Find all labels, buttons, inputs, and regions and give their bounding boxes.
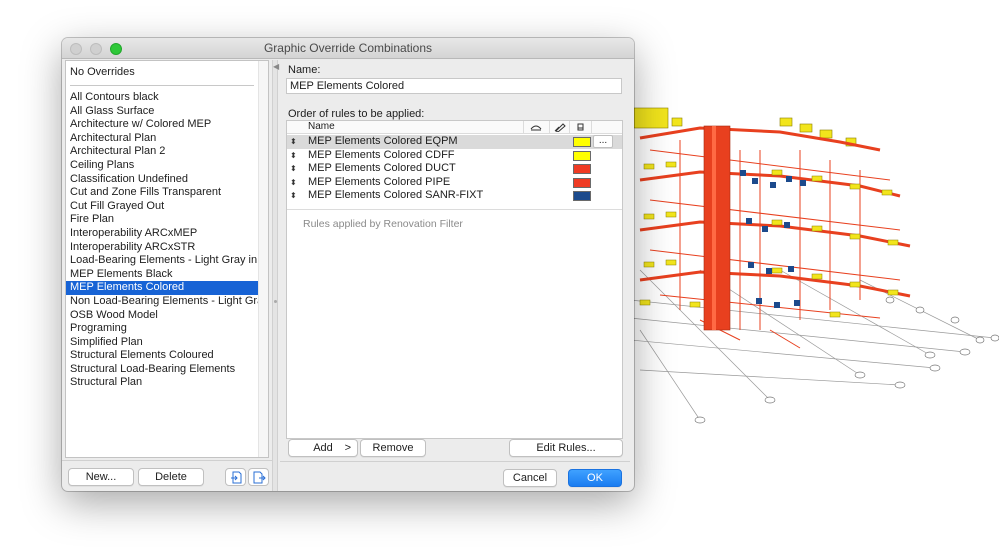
combinations-list-panel: No Overrides All Contours black All Glass… (65, 60, 269, 458)
combinations-list: All Contours black All Glass Surface Archi… (66, 91, 259, 390)
rule-name: MEP Elements Colored CDFF (308, 148, 455, 161)
minimize-window-icon[interactable] (90, 43, 102, 55)
renovation-filter-text: Rules applied by Renovation Filter (303, 218, 463, 230)
combination-item[interactable]: Non Load-Bearing Elements - Light Gray i… (66, 295, 259, 309)
color-swatch[interactable] (573, 137, 591, 147)
combination-item[interactable]: MEP Elements Colored (66, 281, 259, 295)
column-header-pen[interactable] (549, 121, 569, 133)
import-icon (231, 471, 242, 484)
cancel-button[interactable]: Cancel (503, 469, 557, 487)
combination-item[interactable]: Load-Bearing Elements - Light Gray in Pl… (66, 254, 259, 268)
rule-name: MEP Elements Colored EQPM (308, 135, 458, 147)
combination-item[interactable]: OSB Wood Model (66, 309, 259, 323)
window-title: Graphic Override Combinations (263, 41, 433, 55)
combination-item[interactable]: Ceiling Plans (66, 159, 259, 173)
no-overrides-item[interactable]: No Overrides (66, 61, 258, 85)
rule-name: MEP Elements Colored DUCT (308, 162, 456, 174)
combination-item[interactable]: Simplified Plan (66, 336, 259, 350)
close-window-icon[interactable] (70, 43, 82, 55)
combination-item[interactable]: All Contours black (66, 91, 259, 105)
maximize-window-icon[interactable] (110, 43, 122, 55)
column-header-fill[interactable] (569, 121, 591, 133)
color-swatch[interactable] (573, 191, 591, 201)
graphic-override-dialog: Graphic Override Combinations No Overrid… (62, 38, 634, 491)
ok-button[interactable]: OK (568, 469, 622, 487)
export-icon (253, 471, 266, 484)
combination-item[interactable]: Interoperability ARCxMEP (66, 227, 259, 241)
title-bar: Graphic Override Combinations (62, 38, 634, 59)
edit-rules-button[interactable]: Edit Rules... (509, 439, 623, 457)
drag-handle-icon[interactable]: ⬍ (290, 162, 297, 176)
combination-item[interactable]: Architectural Plan 2 (66, 145, 259, 159)
pen-icon (554, 123, 566, 132)
add-button[interactable]: Add > (288, 439, 358, 457)
chevron-right-icon: > (344, 442, 351, 454)
rule-name: MEP Elements Colored SANR-FIXT (308, 189, 484, 201)
rules-divider (287, 209, 622, 210)
column-header-extra (591, 121, 613, 133)
add-button-label: Add (313, 442, 333, 454)
list-divider (70, 85, 254, 86)
rule-row[interactable]: ⬍ MEP Elements Colored PIPE (287, 176, 622, 190)
export-button[interactable] (248, 468, 269, 486)
name-field[interactable]: MEP Elements Colored (286, 78, 622, 94)
import-button[interactable] (225, 468, 246, 486)
collapse-arrow-icon[interactable]: ◀ (273, 62, 279, 71)
combination-item[interactable]: Architectural Plan (66, 132, 259, 146)
drag-handle-icon[interactable]: ⬍ (290, 149, 297, 163)
column-header-name[interactable]: Name (308, 121, 335, 133)
rules-header: Name (287, 121, 622, 134)
drag-handle-icon[interactable]: ⬍ (290, 176, 297, 190)
combination-item[interactable]: MEP Elements Black (66, 268, 259, 282)
bottom-divider (280, 461, 630, 462)
rule-row[interactable]: ⬍ MEP Elements Colored EQPM... (287, 135, 622, 149)
new-button[interactable]: New... (68, 468, 134, 486)
rule-row[interactable]: ⬍ MEP Elements Colored CDFF (287, 149, 622, 163)
delete-button[interactable]: Delete (138, 468, 204, 486)
combination-item[interactable]: Classification Undefined (66, 173, 259, 187)
rules-table: Name ⬍ MEP Elements Colored EQPM ... ⬍ M… (286, 120, 623, 439)
color-swatch[interactable] (573, 164, 591, 174)
combination-item[interactable]: Interoperability ARCxSTR (66, 241, 259, 255)
list-scrollbar[interactable] (258, 61, 268, 457)
drag-handle-icon[interactable]: ⬍ (290, 189, 297, 203)
column-header-eye[interactable] (523, 121, 547, 133)
combination-item[interactable]: Architecture w/ Colored MEP (66, 118, 259, 132)
combination-item[interactable]: Programing (66, 322, 259, 336)
combination-item[interactable]: Cut Fill Grayed Out (66, 200, 259, 214)
rule-row[interactable]: ⬍ MEP Elements Colored DUCT (287, 162, 622, 176)
eye-icon (530, 125, 542, 131)
rule-name: MEP Elements Colored PIPE (308, 175, 451, 188)
fill-icon (577, 123, 584, 131)
combination-item[interactable]: Cut and Zone Fills Transparent (66, 186, 259, 200)
rule-row[interactable]: ⬍ MEP Elements Colored SANR-FIXT (287, 189, 622, 203)
drag-handle-icon[interactable]: ⬍ (290, 135, 297, 149)
name-label: Name: (288, 64, 321, 76)
remove-button[interactable]: Remove (360, 439, 426, 457)
splitter-grip-icon (274, 300, 277, 303)
combination-item[interactable]: Structural Elements Coloured (66, 349, 259, 363)
ellipsis-button[interactable]: ... (593, 135, 613, 148)
panel-splitter[interactable]: ◀ (272, 60, 279, 491)
color-swatch[interactable] (573, 177, 591, 188)
left-bottom-divider (62, 460, 273, 461)
combination-item[interactable]: Structural Load-Bearing Elements (66, 363, 259, 377)
combination-item[interactable]: All Glass Surface (66, 105, 259, 119)
combination-item[interactable]: Structural Plan (66, 376, 259, 390)
rules-order-label: Order of rules to be applied: (288, 108, 425, 120)
combination-item[interactable]: Fire Plan (66, 213, 259, 227)
color-swatch[interactable] (573, 150, 591, 161)
